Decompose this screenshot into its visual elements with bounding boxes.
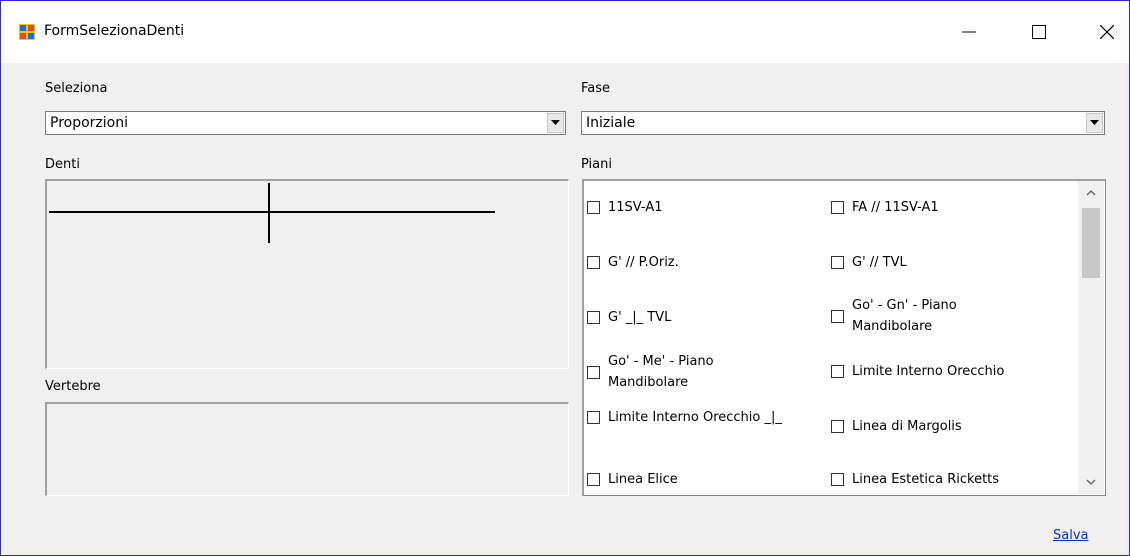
seleziona-value: Proporzioni [50, 115, 128, 131]
checkbox[interactable] [831, 365, 844, 378]
checkbox-label: Linea Estetica Ricketts [852, 472, 1000, 487]
seleziona-label: Seleziona [45, 81, 108, 96]
list-item[interactable]: Go' - Me' - Piano Mandibolare [587, 351, 758, 393]
form-window: FormSelezionaDenti Seleziona Proporzioni [0, 0, 1130, 556]
piani-label: Piani [581, 157, 612, 172]
close-icon [1100, 25, 1114, 39]
list-item[interactable]: Limite Interno Orecchio _|_ [587, 407, 813, 428]
checkbox-label: FA // 11SV-A1 [852, 200, 939, 215]
piani-scrollbar[interactable] [1078, 181, 1104, 494]
checkbox[interactable] [831, 256, 844, 269]
vertebre-label: Vertebre [45, 379, 101, 394]
fase-dropdown-button[interactable] [1086, 113, 1103, 133]
fase-value: Iniziale [586, 115, 636, 131]
checkbox[interactable] [587, 473, 600, 486]
window-title: FormSelezionaDenti [44, 23, 185, 39]
save-link[interactable]: Salva [1053, 528, 1089, 543]
checkbox[interactable] [831, 420, 844, 433]
list-item[interactable]: G' // TVL [831, 252, 907, 273]
scroll-down-button[interactable] [1078, 470, 1104, 494]
maximize-button[interactable] [1017, 15, 1061, 49]
checkbox-label: 11SV-A1 [608, 200, 663, 215]
list-item[interactable]: Linea di Margolis [831, 416, 962, 437]
piani-checklist[interactable]: 11SV-A1 FA // 11SV-A1 G' // P.Oriz. G' /… [582, 179, 1106, 496]
checkbox[interactable] [587, 311, 600, 324]
checkbox-label: Limite Interno Orecchio [852, 364, 1005, 379]
list-item[interactable]: FA // 11SV-A1 [831, 197, 939, 218]
checkbox[interactable] [831, 473, 844, 486]
list-item[interactable]: Go' - Gn' - Piano Mandibolare [831, 295, 1002, 337]
list-item[interactable]: G' // P.Oriz. [587, 252, 679, 273]
seleziona-dropdown-button[interactable] [547, 113, 564, 133]
checkbox-label: G' _|_ TVL [608, 310, 672, 325]
checkbox-label: Linea Elice [608, 472, 678, 487]
list-item[interactable]: Linea Estetica Ricketts [831, 469, 999, 490]
checkbox[interactable] [587, 411, 600, 424]
scroll-up-button[interactable] [1078, 181, 1104, 205]
list-item[interactable]: G' _|_ TVL [587, 307, 671, 328]
scrollbar-thumb[interactable] [1082, 208, 1100, 278]
chevron-up-icon [1086, 190, 1096, 196]
fase-label: Fase [581, 81, 611, 96]
checkbox-label: Linea di Margolis [852, 419, 962, 434]
checkbox-label: Go' - Gn' - Piano Mandibolare [852, 298, 957, 334]
close-button[interactable] [1085, 15, 1129, 49]
list-item[interactable]: Limite Interno Orecchio [831, 361, 1004, 382]
list-item[interactable]: Linea Elice [587, 469, 678, 490]
list-item[interactable]: 11SV-A1 [587, 197, 663, 218]
checkbox-label: G' // TVL [852, 255, 907, 270]
chevron-down-icon [551, 120, 560, 125]
minimize-button[interactable] [947, 15, 991, 49]
checkbox[interactable] [587, 365, 600, 379]
minimize-icon [962, 31, 976, 33]
fase-combobox[interactable]: Iniziale [581, 111, 1105, 135]
checkbox-label: Limite Interno Orecchio _|_ [608, 410, 782, 425]
checkbox-label: Go' - Me' - Piano Mandibolare [608, 354, 714, 390]
chevron-down-icon [1090, 120, 1099, 125]
denti-label: Denti [45, 157, 80, 172]
chevron-down-icon [1086, 479, 1096, 485]
maximize-icon [1032, 25, 1046, 39]
app-form-icon [19, 24, 35, 40]
seleziona-combobox[interactable]: Proporzioni [45, 111, 566, 135]
title-bar[interactable]: FormSelezionaDenti [1, 1, 1129, 63]
checkbox[interactable] [831, 201, 844, 214]
checkbox[interactable] [587, 201, 600, 214]
checkbox[interactable] [831, 309, 844, 323]
checkbox[interactable] [587, 256, 600, 269]
vertebre-panel[interactable] [45, 402, 569, 496]
teeth-cross-drawing [49, 183, 495, 243]
checkbox-label: G' // P.Oriz. [608, 255, 679, 270]
denti-panel[interactable] [45, 179, 569, 369]
